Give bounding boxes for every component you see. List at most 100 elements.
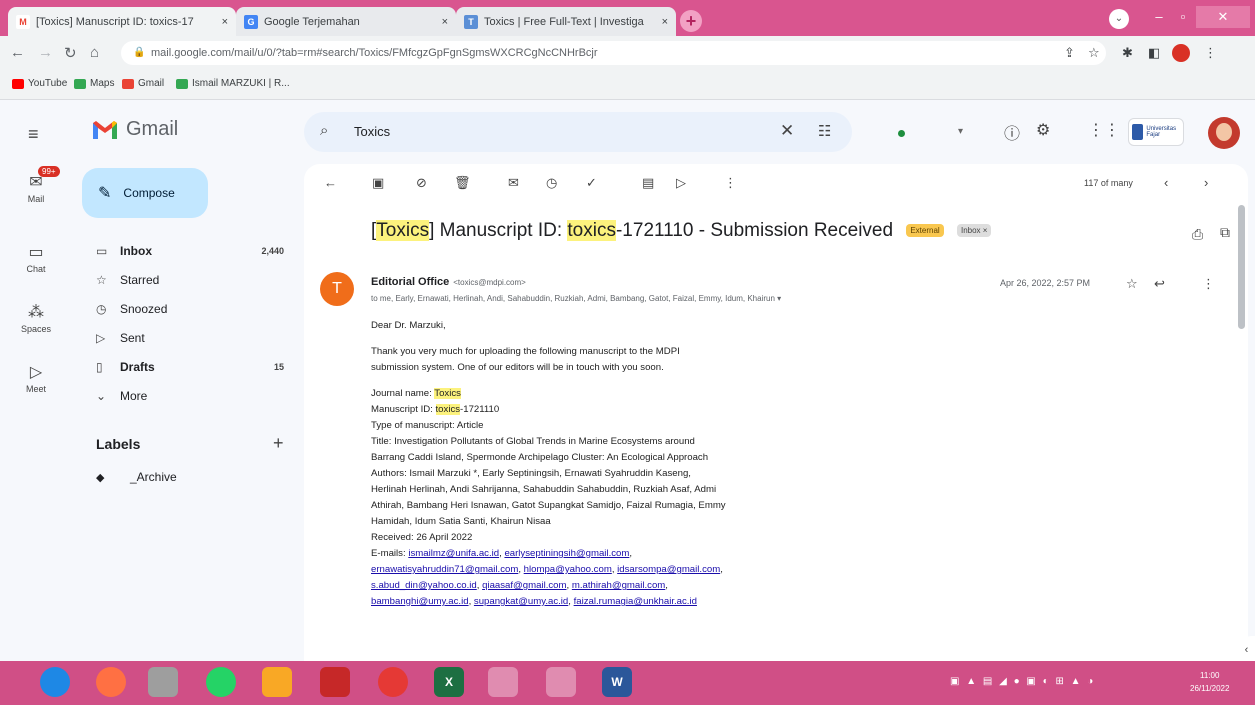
sender-name[interactable]: Editorial Office xyxy=(371,276,449,288)
gmail-logo[interactable]: Gmail xyxy=(92,118,178,141)
search-options-icon[interactable]: ☷ xyxy=(818,122,831,140)
search-input[interactable] xyxy=(354,124,754,139)
apps-grid-icon[interactable]: ⋮⋮ xyxy=(1088,120,1120,140)
report-spam-icon[interactable]: ⊘ xyxy=(416,175,427,191)
back-to-list-icon[interactable]: ← xyxy=(324,175,337,190)
move-to-icon[interactable]: ▤ xyxy=(642,175,654,191)
close-icon[interactable]: × xyxy=(442,16,448,28)
bookmark-gmail[interactable]: Gmail xyxy=(122,78,164,89)
more-options-icon[interactable]: ⋮ xyxy=(1202,276,1215,292)
bookmark-youtube[interactable]: YouTube xyxy=(12,78,67,89)
sidebar-item-snoozed[interactable]: ◷ Snoozed xyxy=(82,294,292,323)
main-menu-icon[interactable]: ≡ xyxy=(28,124,39,145)
taskbar-app-excel[interactable]: X xyxy=(434,667,464,697)
tab-search-icon[interactable]: ⌄ xyxy=(1109,9,1129,29)
taskbar-clock[interactable]: 11:00 26/11/2022 xyxy=(1190,669,1229,695)
taskbar-app-chrome-2[interactable] xyxy=(546,667,576,697)
sender-avatar[interactable]: T xyxy=(320,272,354,306)
reply-icon[interactable]: ↩ xyxy=(1154,276,1165,292)
extensions-icon[interactable]: ✱ xyxy=(1122,45,1133,61)
maximize-icon[interactable]: ▫ xyxy=(1172,6,1194,28)
rail-meet[interactable]: ▷ Meet xyxy=(0,362,72,394)
bookmark-maps[interactable]: Maps xyxy=(74,78,114,89)
back-icon[interactable]: ← xyxy=(10,44,25,61)
add-to-tasks-icon[interactable]: ✓ xyxy=(586,175,597,191)
taskbar-app-firefox[interactable] xyxy=(96,667,126,697)
clear-search-icon[interactable]: ✕ xyxy=(780,121,794,141)
home-icon[interactable]: ⌂ xyxy=(90,44,99,61)
scrollbar-thumb[interactable] xyxy=(1238,205,1245,329)
sidebar-item-more[interactable]: ⌄ More xyxy=(82,381,292,410)
email-link[interactable]: idsarsompa@gmail.com xyxy=(617,564,720,575)
window-close-icon[interactable]: ✕ xyxy=(1196,6,1250,28)
sidebar-item-drafts[interactable]: ▯ Drafts 15 xyxy=(82,352,292,381)
mark-unread-icon[interactable]: ✉ xyxy=(508,175,519,191)
gear-icon[interactable]: ⚙ xyxy=(1036,120,1050,140)
email-link[interactable]: ernawatisyahruddin71@gmail.com xyxy=(371,564,518,575)
address-bar[interactable]: 🔒 mail.google.com/mail/u/0/?tab=rm#searc… xyxy=(121,41,1106,65)
minimize-icon[interactable]: – xyxy=(1148,6,1170,28)
taskbar-app-file-explorer[interactable] xyxy=(262,667,292,697)
forward-icon[interactable]: → xyxy=(38,44,53,61)
rail-spaces[interactable]: ⁂ Spaces xyxy=(0,302,72,334)
reload-icon[interactable]: ↻ xyxy=(64,44,77,62)
rail-mail[interactable]: ✉ 99+ Mail xyxy=(0,166,72,204)
help-icon[interactable]: ⓘ xyxy=(1004,120,1020,144)
email-link[interactable]: faizal.rumagia@unkhair.ac.id xyxy=(574,596,697,607)
email-link[interactable]: hlompa@yahoo.com xyxy=(524,564,612,575)
taskbar-app-opera[interactable] xyxy=(378,667,408,697)
sidebar-item-inbox[interactable]: ▭ Inbox 2,440 xyxy=(82,236,292,265)
profile-avatar-icon[interactable] xyxy=(1172,44,1190,62)
email-link[interactable]: supangkat@umy.ac.id xyxy=(474,596,568,607)
email-link[interactable]: ismailmz@unifa.ac.id xyxy=(408,548,499,559)
system-tray[interactable]: ▣ ▲ ▤ ◢ ● ▣ ◐ ⊞ ▲ ◑ xyxy=(950,676,1095,687)
taskbar-app-mendeley[interactable] xyxy=(320,667,350,697)
browser-menu-icon[interactable]: ⋮ xyxy=(1204,45,1217,61)
email-link[interactable]: m.athirah@gmail.com xyxy=(572,580,665,591)
delete-icon[interactable]: 🗑 xyxy=(454,175,471,191)
share-icon[interactable]: ⇪ xyxy=(1064,45,1075,61)
more-actions-icon[interactable]: ⋮ xyxy=(724,175,737,191)
print-icon[interactable]: ⎙ xyxy=(1192,226,1203,243)
inbox-label-chip[interactable]: Inbox × xyxy=(956,224,992,238)
lock-icon: 🔒 xyxy=(133,47,146,58)
search-icon[interactable]: ⌕ xyxy=(320,122,328,139)
rail-chat[interactable]: ▭ Chat xyxy=(0,242,72,274)
compose-button[interactable]: ✎ Compose xyxy=(82,168,208,218)
label-tag-icon: ◆ xyxy=(96,471,105,484)
archive-icon[interactable]: ▣ xyxy=(372,175,384,191)
browser-tab[interactable]: T Toxics | Free Full-Text | Investiga × xyxy=(456,7,676,36)
side-panel-icon[interactable]: ◧ xyxy=(1148,45,1160,61)
taskbar-app-messenger[interactable] xyxy=(148,667,178,697)
star-icon[interactable]: ☆ xyxy=(1126,276,1138,292)
bookmark-researchgate[interactable]: Ismail MARZUKI | R... xyxy=(176,78,290,89)
open-new-window-icon[interactable]: ⧉ xyxy=(1220,224,1230,241)
close-icon[interactable]: × xyxy=(222,16,228,28)
status-selector[interactable]: ▾ xyxy=(876,122,972,146)
new-tab-button[interactable]: + xyxy=(680,10,702,32)
email-link[interactable]: bambanghi@umy.ac.id xyxy=(371,596,469,607)
sidebar-item-sent[interactable]: ▷ Sent xyxy=(82,323,292,352)
email-link[interactable]: earlyseptiningsih@gmail.com xyxy=(504,548,629,559)
browser-tab[interactable]: G Google Terjemahan × xyxy=(236,7,456,36)
add-label-icon[interactable]: + xyxy=(273,433,284,454)
taskbar-app-chrome-1[interactable] xyxy=(488,667,518,697)
taskbar-app-word[interactable]: W xyxy=(602,667,632,697)
organization-badge[interactable]: Universitas Fajar xyxy=(1128,118,1184,146)
taskbar-app-start[interactable] xyxy=(40,667,70,697)
bookmark-star-icon[interactable]: ☆ xyxy=(1088,45,1100,61)
sidebar-item-archive-label[interactable]: ◆ _Archive xyxy=(96,470,177,484)
close-icon[interactable]: × xyxy=(662,16,668,28)
older-chevron-icon[interactable]: › xyxy=(1204,175,1208,190)
gmail-favicon-icon: M xyxy=(16,14,30,29)
sidebar-item-starred[interactable]: ☆ Starred xyxy=(82,265,292,294)
taskbar-app-whatsapp[interactable] xyxy=(206,667,236,697)
snooze-icon[interactable]: ◷ xyxy=(546,175,557,191)
newer-chevron-icon[interactable]: ‹ xyxy=(1164,175,1168,190)
email-link[interactable]: s.abud_din@yahoo.co.id xyxy=(371,580,477,591)
account-avatar[interactable] xyxy=(1208,117,1240,149)
browser-tab[interactable]: M [Toxics] Manuscript ID: toxics-17 × xyxy=(8,7,236,36)
recipients-line[interactable]: to me, Early, Ernawati, Herlinah, Andi, … xyxy=(371,294,781,303)
email-link[interactable]: qiaasaf@gmail.com xyxy=(482,580,566,591)
label-icon[interactable]: ▷ xyxy=(676,175,686,191)
